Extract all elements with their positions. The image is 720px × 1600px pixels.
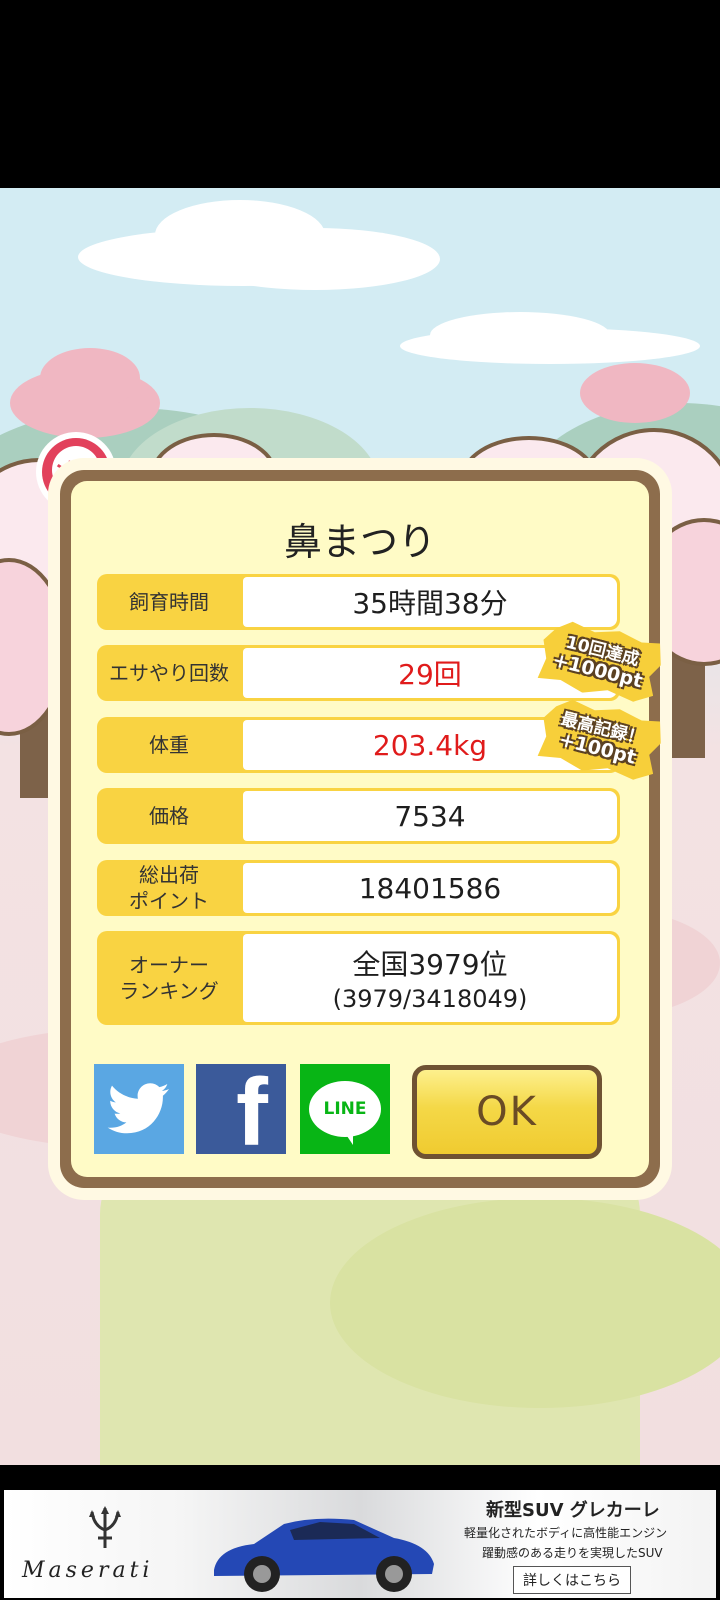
facebook-share-button[interactable]: f — [196, 1064, 286, 1154]
ranking-value: 全国3979位 — [352, 948, 508, 981]
stat-row-price: 価格 7534 — [97, 788, 620, 844]
stat-label: エサやり回数 — [109, 661, 229, 685]
stat-value: 35時間38分 — [243, 577, 617, 627]
dialog-body: 鼻まつり 飼育時間 35時間38分 エサやり回数 29回 体重 203.4kg … — [71, 481, 649, 1177]
stat-value: 18401586 — [243, 863, 617, 913]
line-share-button[interactable]: LINE — [300, 1064, 390, 1154]
line-bubble-tail — [345, 1133, 353, 1145]
maserati-trident-icon — [89, 1506, 121, 1548]
stat-row-owner-ranking: オーナー ランキング 全国3979位 (3979/3418049) — [97, 931, 620, 1025]
ad-line2: 躍動感のある走りを実現したSUV — [482, 1546, 663, 1560]
stat-label: 体重 — [149, 733, 189, 757]
stat-value: 7534 — [243, 791, 617, 841]
ad-banner[interactable]: Maserati 新型SUV グレカーレ 軽量化されたボディに高性能エンジン 躍… — [4, 1490, 716, 1598]
ad-brand-logo: Maserati — [22, 1558, 154, 1583]
stat-value: 全国3979位 (3979/3418049) — [243, 934, 617, 1022]
twitter-bird-icon — [107, 1083, 169, 1134]
stat-label: 総出荷 ポイント — [129, 863, 209, 913]
pet-name-title: 鼻まつり — [283, 520, 436, 564]
facebook-icon: f — [236, 1064, 268, 1154]
cloud — [430, 312, 610, 358]
pet-result-dialog: 鼻まつり 飼育時間 35時間38分 エサやり回数 29回 体重 203.4kg … — [60, 470, 660, 1188]
stat-row-breeding-time: 飼育時間 35時間38分 — [97, 574, 620, 630]
cloud — [190, 228, 440, 290]
ad-line1: 軽量化されたボディに高性能エンジン — [464, 1526, 668, 1540]
ad-cta-button[interactable]: 詳しくはこちら — [513, 1566, 631, 1594]
ok-button[interactable]: OK — [412, 1065, 602, 1159]
stat-label: 飼育時間 — [129, 590, 209, 614]
stat-label: オーナー ランキング — [119, 953, 219, 1003]
stat-row-weight: 体重 203.4kg — [97, 717, 620, 773]
tree — [580, 363, 690, 423]
stat-row-shipping-points: 総出荷 ポイント 18401586 — [97, 860, 620, 916]
line-icon: LINE — [309, 1081, 381, 1145]
stat-label: 価格 — [149, 804, 189, 828]
ad-headline: 新型SUV グレカーレ — [486, 1500, 660, 1521]
tree — [40, 348, 140, 408]
line-label: LINE — [323, 1099, 367, 1119]
ranking-detail: (3979/3418049) — [332, 985, 528, 1013]
ad-car-image — [214, 1518, 434, 1592]
twitter-share-button[interactable] — [94, 1064, 184, 1154]
